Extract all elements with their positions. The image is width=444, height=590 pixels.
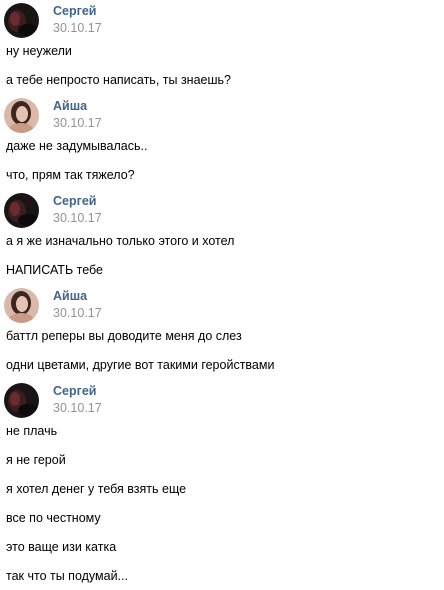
message-text: я хотел денег у тебя взять еще bbox=[6, 482, 187, 496]
message-timestamp: 30.10.17 bbox=[53, 21, 102, 35]
sergey-avatar[interactable] bbox=[4, 193, 39, 228]
message-timestamp: 30.10.17 bbox=[53, 116, 102, 130]
sender-name[interactable]: Айша bbox=[53, 289, 87, 303]
sender-name[interactable]: Сергей bbox=[53, 194, 96, 208]
message-text: что, прям так тяжело? bbox=[6, 168, 135, 182]
message-text: все по честному bbox=[6, 511, 101, 525]
sender-name[interactable]: Айша bbox=[53, 99, 87, 113]
message-text: одни цветами, другие вот такими геройств… bbox=[6, 358, 275, 372]
message-text: так что ты подумай... bbox=[6, 569, 128, 583]
sergey-avatar[interactable] bbox=[4, 383, 39, 418]
message-text: я не герой bbox=[6, 453, 66, 467]
message-text: баттл реперы вы доводите меня до слез bbox=[6, 329, 242, 343]
message-timestamp: 30.10.17 bbox=[53, 401, 102, 415]
message-text: ну неужели bbox=[6, 44, 72, 58]
message-text: а я же изначально только этого и хотел bbox=[6, 234, 235, 248]
aisha-avatar[interactable] bbox=[4, 98, 39, 133]
message-timestamp: 30.10.17 bbox=[53, 306, 102, 320]
sender-name[interactable]: Сергей bbox=[53, 384, 96, 398]
chat-history: Сергей 30.10.17 ну неужели а тебе непрос… bbox=[0, 0, 444, 590]
message-text: даже не задумывалась.. bbox=[6, 139, 148, 153]
message-text: это ваще изи катка bbox=[6, 540, 117, 554]
sender-name[interactable]: Сергей bbox=[53, 4, 96, 18]
message-text: а тебе непросто написать, ты знаешь? bbox=[6, 73, 231, 87]
aisha-avatar[interactable] bbox=[4, 288, 39, 323]
message-timestamp: 30.10.17 bbox=[53, 211, 102, 225]
sergey-avatar[interactable] bbox=[4, 3, 39, 38]
message-text: НАПИСАТЬ тебе bbox=[6, 263, 103, 277]
message-text: не плачь bbox=[6, 424, 58, 438]
